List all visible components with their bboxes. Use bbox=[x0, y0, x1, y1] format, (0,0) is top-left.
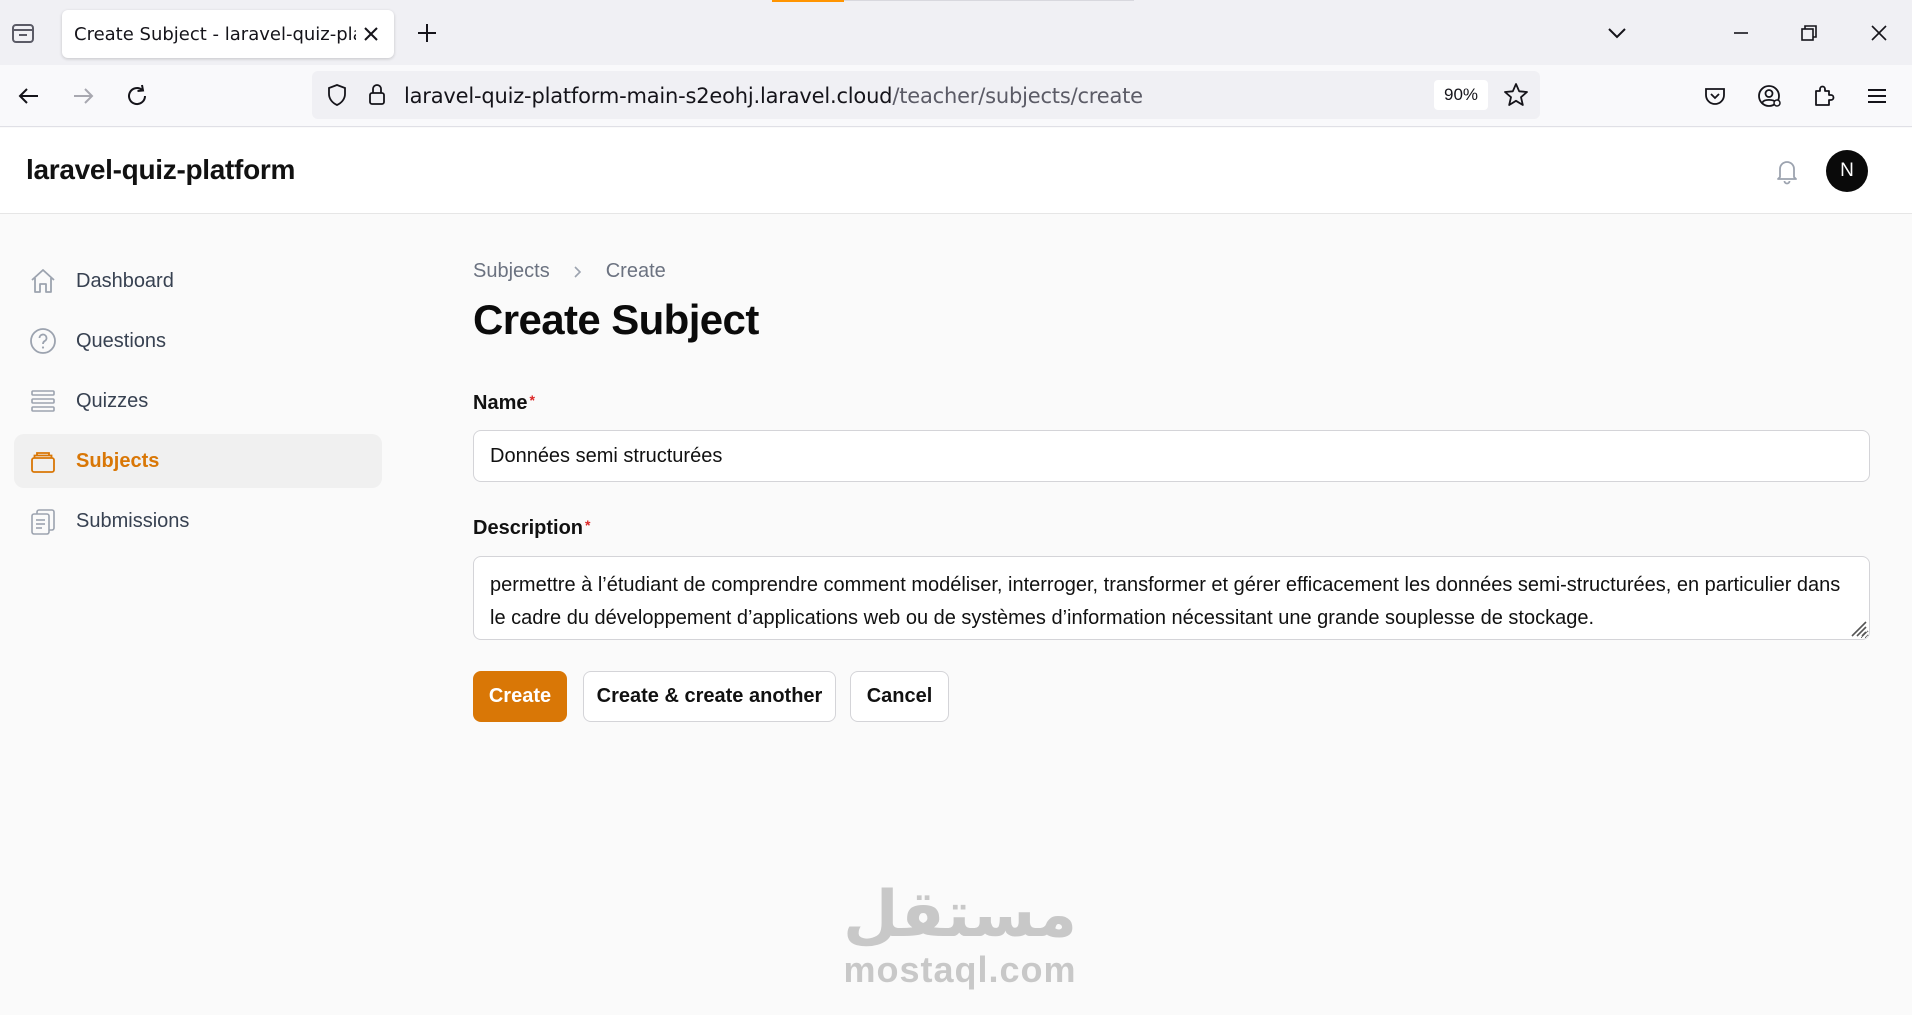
restore-icon[interactable] bbox=[1794, 18, 1824, 48]
list-all-tabs-icon[interactable] bbox=[1602, 18, 1632, 48]
tab-strip-accent bbox=[772, 0, 844, 2]
question-circle-icon bbox=[30, 328, 56, 354]
resize-handle-icon[interactable] bbox=[1848, 618, 1868, 638]
breadcrumb-current: Create bbox=[605, 260, 666, 282]
close-tab-icon[interactable] bbox=[360, 23, 382, 45]
tab-list-icon[interactable] bbox=[10, 20, 36, 46]
brand-logo[interactable]: laravel-quiz-platform bbox=[26, 154, 295, 186]
sidebar-item-dashboard[interactable]: Dashboard bbox=[14, 254, 382, 308]
watermark-latin: mostaql.com bbox=[843, 949, 1077, 990]
breadcrumb: Subjects Create bbox=[473, 260, 666, 283]
lock-icon[interactable] bbox=[364, 81, 390, 109]
sidebar-item-label: Questions bbox=[76, 329, 167, 352]
shield-icon[interactable] bbox=[324, 82, 350, 108]
name-label-text: Name bbox=[473, 392, 528, 414]
watermark-arabic: مستقل bbox=[842, 878, 1078, 952]
chevron-right-icon bbox=[574, 265, 581, 278]
sidebar-item-subjects[interactable]: Subjects bbox=[14, 434, 382, 488]
sidebar-nav: Dashboard Questions Quizzes Subjects Sub… bbox=[14, 254, 382, 554]
required-marker: * bbox=[585, 517, 591, 533]
url-path: /teacher/subjects/create bbox=[892, 84, 1143, 108]
cancel-button[interactable]: Cancel bbox=[850, 671, 949, 722]
zoom-level-badge[interactable]: 90% bbox=[1434, 80, 1488, 110]
name-field-label: Name * bbox=[473, 392, 535, 415]
minimize-icon[interactable] bbox=[1726, 18, 1756, 48]
create-button[interactable]: Create bbox=[473, 671, 567, 722]
description-textarea[interactable]: permettre à l’étudiant de comprendre com… bbox=[473, 556, 1870, 640]
clipboard-icon bbox=[31, 509, 55, 535]
browser-nav-bar: laravel-quiz-platform-main-s2eohj.larave… bbox=[0, 65, 1912, 127]
sidebar-item-label: Quizzes bbox=[76, 389, 149, 412]
reload-icon[interactable] bbox=[122, 81, 152, 111]
browser-tab-bar: Create Subject - laravel-quiz-platform bbox=[0, 0, 1912, 65]
sidebar-item-label: Dashboard bbox=[76, 269, 174, 292]
breadcrumb-subjects-link[interactable]: Subjects bbox=[473, 260, 550, 283]
url-domain: laravel-quiz-platform-main-s2eohj.larave… bbox=[404, 84, 893, 108]
sidebar-item-label: Subjects bbox=[76, 449, 160, 472]
account-icon[interactable] bbox=[1754, 81, 1784, 111]
description-field-label: Description * bbox=[473, 517, 590, 540]
tab-strip-divider bbox=[844, 0, 1134, 1]
notifications-bell-icon[interactable] bbox=[1772, 156, 1802, 186]
stack-icon bbox=[31, 452, 55, 473]
sidebar-item-questions[interactable]: Questions bbox=[14, 314, 382, 368]
browser-tab-title: Create Subject - laravel-quiz-platform bbox=[74, 23, 356, 45]
menu-icon[interactable] bbox=[1862, 81, 1892, 111]
home-icon bbox=[31, 269, 55, 293]
sidebar-item-quizzes[interactable]: Quizzes bbox=[14, 374, 382, 428]
back-icon[interactable] bbox=[14, 81, 44, 111]
forward-icon[interactable] bbox=[68, 81, 98, 111]
bookmark-star-icon[interactable] bbox=[1502, 81, 1530, 109]
app-header: laravel-quiz-platform N bbox=[0, 128, 1912, 214]
sidebar-item-submissions[interactable]: Submissions bbox=[14, 494, 382, 548]
page-title: Create Subject bbox=[473, 296, 759, 343]
url-text[interactable]: laravel-quiz-platform-main-s2eohj.larave… bbox=[404, 84, 1143, 108]
required-marker: * bbox=[529, 392, 535, 408]
watermark-logo: مستقل mostaql.com bbox=[830, 880, 1090, 990]
url-bar[interactable]: laravel-quiz-platform-main-s2eohj.larave… bbox=[312, 71, 1540, 119]
extensions-icon[interactable] bbox=[1808, 81, 1838, 111]
list-icon bbox=[31, 390, 55, 412]
name-input[interactable] bbox=[473, 430, 1870, 482]
create-and-create-another-button[interactable]: Create & create another bbox=[583, 671, 836, 722]
pocket-icon[interactable] bbox=[1700, 81, 1730, 111]
close-window-icon[interactable] bbox=[1864, 18, 1894, 48]
sidebar-item-label: Submissions bbox=[76, 509, 190, 532]
user-avatar[interactable]: N bbox=[1826, 150, 1868, 192]
browser-tab-active[interactable]: Create Subject - laravel-quiz-platform bbox=[62, 10, 394, 58]
description-label-text: Description bbox=[473, 517, 584, 539]
new-tab-icon[interactable] bbox=[414, 20, 440, 46]
